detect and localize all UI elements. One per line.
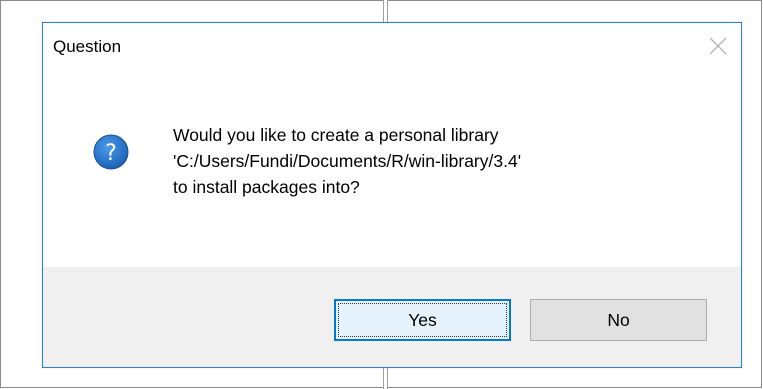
dialog-message: Would you like to create a personal libr… [173, 122, 521, 200]
question-dialog: Question ? Would you like to create a pe… [42, 22, 742, 368]
close-button[interactable] [701, 31, 735, 61]
dialog-content: ? Would you like to create a personal li… [43, 71, 741, 267]
question-mark-icon: ? [93, 134, 129, 170]
yes-button-label: Yes [408, 309, 437, 330]
dialog-titlebar[interactable]: Question [43, 23, 741, 71]
no-button-label: No [607, 309, 630, 330]
message-line: to install packages into? [173, 177, 360, 197]
dialog-title: Question [53, 37, 122, 56]
message-line: 'C:/Users/Fundi/Documents/R/win-library/… [173, 151, 522, 171]
yes-button[interactable]: Yes [334, 299, 511, 341]
close-icon [709, 37, 727, 55]
svg-text:?: ? [105, 141, 117, 166]
dialog-button-bar: Yes No [43, 267, 741, 367]
message-line: Would you like to create a personal libr… [173, 125, 499, 145]
no-button[interactable]: No [530, 299, 707, 341]
screen: Question ? Would you like to create a pe… [0, 0, 763, 389]
